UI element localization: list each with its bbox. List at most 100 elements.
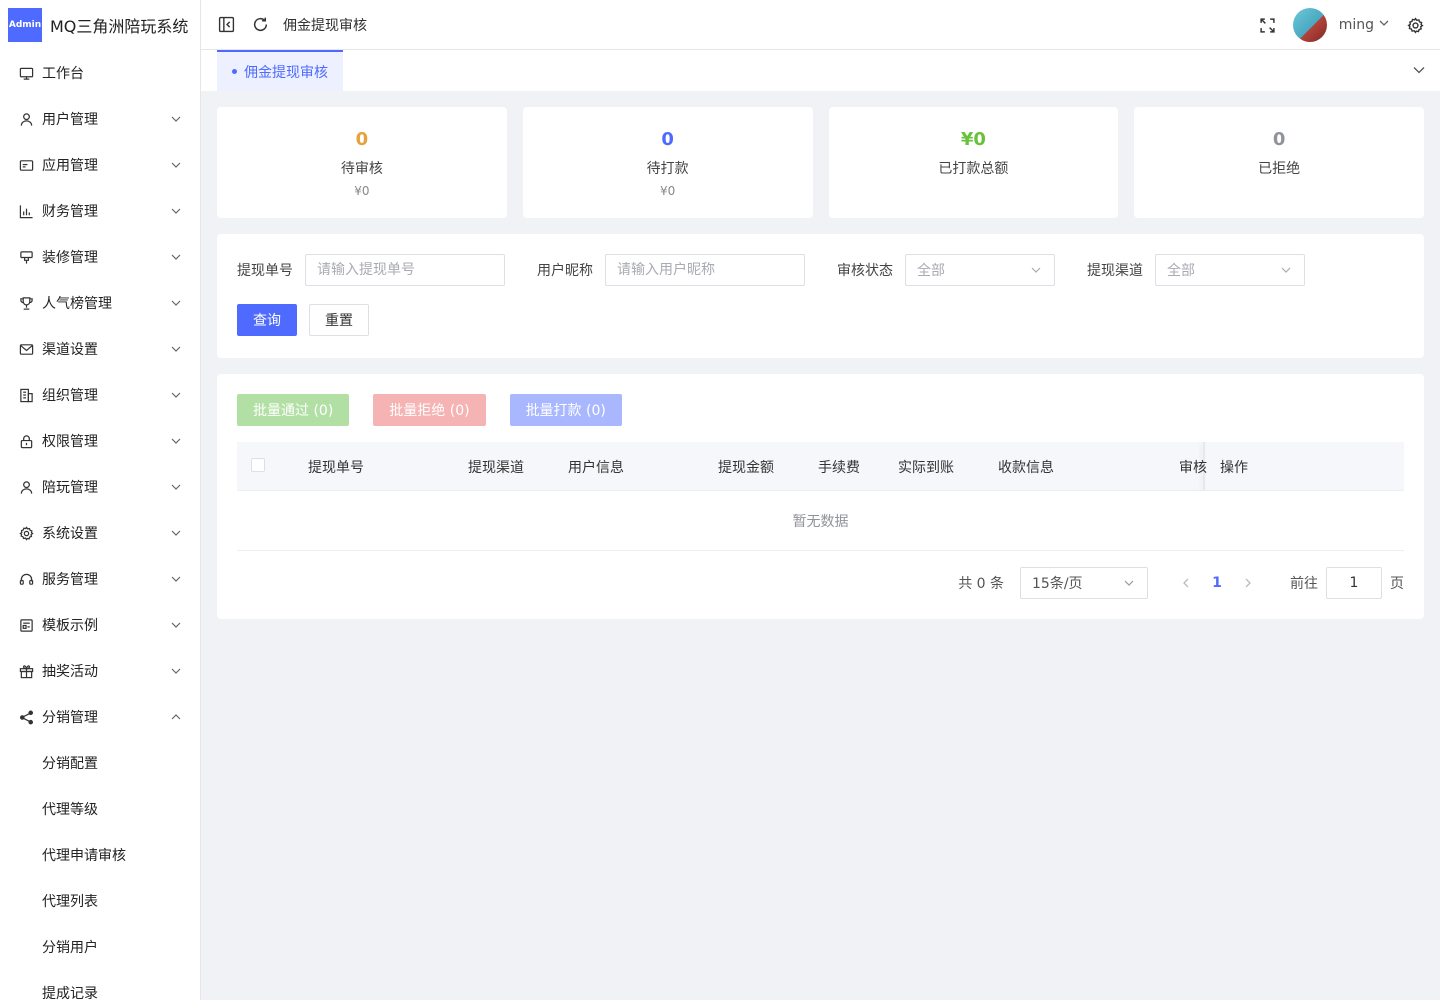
nickname-input[interactable]: [617, 262, 804, 278]
batch-approve-button[interactable]: 批量通过 (0): [237, 394, 350, 426]
table-column-header: 收款信息: [998, 460, 1054, 476]
select-all-checkbox[interactable]: [251, 458, 265, 472]
sidebar-item[interactable]: 权限管理: [0, 418, 200, 464]
tabs-more-chevron-icon[interactable]: [1412, 63, 1426, 81]
sidebar-item[interactable]: 人气榜管理: [0, 280, 200, 326]
batch-pay-button[interactable]: 批量打款 (0): [509, 394, 622, 426]
pagination-total: 共 0 条: [958, 576, 1004, 592]
building-icon: [18, 387, 34, 403]
chevron-down-icon: [170, 297, 182, 309]
query-button[interactable]: 查询: [237, 304, 297, 336]
sidebar-item[interactable]: 抽奖活动: [0, 648, 200, 694]
stats-row: 0 待审核 ¥0 0 待打款 ¥0 ¥0 已打款总额 0 已拒绝: [217, 107, 1424, 218]
stat-sub: ¥0: [354, 184, 370, 198]
sidebar-item[interactable]: 工作台: [0, 50, 200, 96]
order-no-input[interactable]: [317, 262, 504, 278]
chevron-down-icon: [1280, 264, 1292, 280]
page-number[interactable]: 1: [1208, 575, 1226, 591]
chevron-down-icon[interactable]: [1378, 17, 1390, 33]
sidebar-item-label: 应用管理: [42, 158, 98, 174]
goto-label: 前往: [1290, 576, 1318, 592]
filter-buttons: 查询 重置: [237, 304, 1404, 336]
gear-icon[interactable]: [1406, 16, 1424, 34]
username[interactable]: ming: [1339, 17, 1374, 33]
sidebar-item-label: 装修管理: [42, 250, 98, 266]
sidebar: Admin MQ三角洲陪玩系统 工作台用户管理应用管理财务管理装修管理人气榜管理…: [0, 0, 201, 1000]
breadcrumb: 佣金提现审核: [283, 17, 367, 34]
table-column-header: 提现渠道: [468, 460, 524, 476]
mail-icon: [18, 341, 34, 357]
chart-icon: [18, 203, 34, 219]
trophy-icon: [18, 295, 34, 311]
sidebar-item[interactable]: 财务管理: [0, 188, 200, 234]
review-status-select[interactable]: 全部: [905, 254, 1055, 286]
lock-icon: [18, 433, 34, 449]
sidebar-item-label: 分销管理: [42, 710, 98, 726]
sidebar-item-label: 权限管理: [42, 434, 98, 450]
logo-badge: Admin: [8, 8, 42, 42]
sidebar-subitem[interactable]: 提成记录: [0, 970, 200, 1000]
sidebar-item[interactable]: 渠道设置: [0, 326, 200, 372]
user-icon: [18, 111, 34, 127]
batch-reject-button[interactable]: 批量拒绝 (0): [373, 394, 486, 426]
sidebar-subitem[interactable]: 代理申请审核: [0, 832, 200, 878]
top-header: 佣金提现审核 ming: [201, 0, 1440, 50]
stat-label: 已打款总额: [938, 161, 1009, 177]
batch-actions: 批量通过 (0) 批量拒绝 (0) 批量打款 (0): [237, 394, 1404, 426]
sidebar-subitem[interactable]: 代理列表: [0, 878, 200, 924]
stat-value: 0: [661, 129, 674, 150]
prev-page-icon[interactable]: [1176, 578, 1196, 588]
stat-card: 0 已拒绝: [1134, 107, 1424, 218]
stat-label: 待打款: [646, 161, 689, 177]
sidebar-item[interactable]: 陪玩管理: [0, 464, 200, 510]
stat-value: ¥0: [960, 129, 986, 150]
stat-label: 待审核: [340, 161, 383, 177]
sidebar-item[interactable]: 用户管理: [0, 96, 200, 142]
stat-value: 0: [1272, 129, 1286, 150]
stat-value: 0: [355, 129, 369, 150]
main-content: 0 待审核 ¥0 0 待打款 ¥0 ¥0 已打款总额 0 已拒绝 提现单号 用户昵称 审核状态 全…: [217, 107, 1424, 619]
review-status-label: 审核状态: [837, 263, 893, 279]
sidebar-item[interactable]: 装修管理: [0, 234, 200, 280]
sidebar-item-label: 财务管理: [42, 204, 98, 220]
sidebar-menu: 工作台用户管理应用管理财务管理装修管理人气榜管理渠道设置组织管理权限管理陪玩管理…: [0, 50, 200, 740]
sidebar-item[interactable]: 组织管理: [0, 372, 200, 418]
filter-row: 提现单号 用户昵称 审核状态 全部 提现渠道 全部: [237, 254, 1404, 286]
refresh-icon[interactable]: [251, 16, 269, 34]
app-card-icon: [18, 157, 34, 173]
chevron-down-icon: [170, 665, 182, 677]
sidebar-item[interactable]: 分销管理: [0, 694, 200, 740]
sidebar-item[interactable]: 模板示例: [0, 602, 200, 648]
stat-label: 已拒绝: [1258, 161, 1301, 177]
page-size-select[interactable]: 15条/页: [1020, 567, 1148, 599]
sidebar-item-label: 组织管理: [42, 388, 98, 404]
sidebar-item-label: 陪玩管理: [42, 480, 98, 496]
tab-commission-withdraw-review[interactable]: 佣金提现审核: [217, 50, 343, 91]
goto-page-input[interactable]: 1: [1326, 567, 1382, 599]
table-column-header: 实际到账: [898, 460, 954, 476]
headset-icon: [18, 571, 34, 587]
sidebar-subitem[interactable]: 分销用户: [0, 924, 200, 970]
next-page-icon[interactable]: [1238, 578, 1258, 588]
logo: Admin MQ三角洲陪玩系统: [0, 0, 200, 50]
reset-button[interactable]: 重置: [309, 304, 369, 336]
chevron-down-icon: [1030, 264, 1042, 280]
collapse-sidebar-icon[interactable]: [217, 16, 235, 34]
fullscreen-icon[interactable]: [1259, 16, 1277, 34]
sidebar-item-label: 模板示例: [42, 618, 98, 634]
sidebar-item[interactable]: 服务管理: [0, 556, 200, 602]
channel-select[interactable]: 全部: [1155, 254, 1305, 286]
stat-sub: ¥0: [659, 184, 676, 198]
sidebar-item-label: 渠道设置: [42, 342, 98, 358]
table-column-header: 手续费: [818, 460, 860, 476]
nickname-label: 用户昵称: [537, 263, 593, 279]
sidebar-subitem[interactable]: 分销配置: [0, 740, 200, 786]
sidebar-subitem[interactable]: 代理等级: [0, 786, 200, 832]
chevron-down-icon: [170, 343, 182, 355]
avatar[interactable]: [1292, 8, 1327, 42]
channel-value: 全部: [1167, 263, 1195, 279]
sidebar-item[interactable]: 应用管理: [0, 142, 200, 188]
table-column-header: 审核: [1179, 460, 1207, 476]
sidebar-item-label: 工作台: [42, 66, 84, 82]
sidebar-item[interactable]: 系统设置: [0, 510, 200, 556]
